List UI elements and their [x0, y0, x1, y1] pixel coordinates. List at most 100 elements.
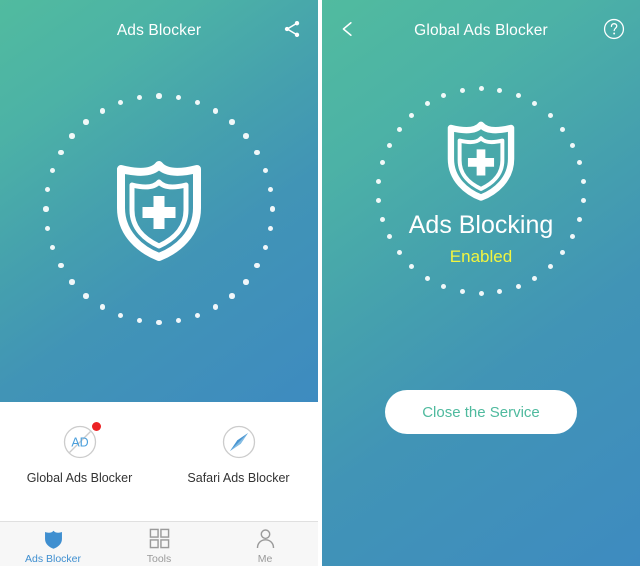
tab-tools[interactable]: Tools [106, 522, 212, 566]
ring-dot [136, 317, 143, 324]
status-title: Ads Blocking [408, 211, 554, 239]
right-header: Global Ads Blocker [322, 0, 640, 62]
ring-dot [117, 312, 124, 319]
ring-dot [229, 293, 235, 299]
shortcut-label: Safari Ads Blocker [187, 471, 290, 485]
ring-dot [424, 275, 430, 281]
ring-dot [441, 92, 447, 98]
ring-dot [424, 101, 430, 107]
ring-dot [532, 275, 538, 281]
question-mark-circle-icon [603, 18, 625, 45]
ring-dot [243, 133, 249, 139]
ring-dot [267, 186, 274, 193]
shortcut-safari-ads-blocker[interactable]: Safari Ads Blocker [159, 424, 318, 485]
share-button[interactable] [272, 11, 312, 51]
help-button[interactable] [594, 11, 634, 51]
ring-dot [267, 225, 274, 232]
ring-dot [262, 244, 269, 251]
grid-icon [149, 528, 170, 550]
tab-label: Me [257, 552, 273, 565]
ad-block-icon: AD [62, 422, 101, 460]
ring-dot [229, 119, 235, 125]
ring-dot [376, 179, 382, 185]
page-title: Global Ads Blocker [414, 22, 548, 40]
tab-me[interactable]: Me [212, 522, 318, 566]
ring-dot [497, 289, 503, 295]
ring-dot [43, 206, 49, 212]
ring-dot [49, 244, 56, 251]
ring-dot [58, 149, 64, 156]
person-icon [255, 528, 276, 550]
status-badge: Enabled [449, 247, 513, 266]
ring-dot [212, 304, 219, 310]
ring-dot [396, 126, 402, 132]
svg-text:AD: AD [71, 436, 88, 450]
ring-dot [49, 167, 56, 174]
ring-dot [386, 142, 392, 148]
close-service-button[interactable]: Close the Service [385, 390, 577, 434]
ring-dot [577, 160, 583, 166]
ring-dot [136, 94, 143, 101]
ring-dot [69, 279, 75, 285]
ring-dot [532, 101, 538, 107]
tab-ads-blocker[interactable]: Ads Blocker [0, 522, 106, 566]
ring-dot [515, 92, 521, 98]
ring-dot [83, 293, 89, 299]
ring-dot [560, 126, 566, 132]
ring-dot [194, 99, 201, 106]
ring-dot [497, 87, 503, 93]
ring-dot [459, 289, 465, 295]
ring-dot [441, 284, 447, 290]
hero-shield [443, 119, 519, 206]
ring-dot [570, 142, 576, 148]
ring-dot [376, 197, 382, 203]
safari-compass-icon [221, 424, 257, 460]
ring-dot [117, 99, 124, 106]
ring-dot [44, 225, 51, 232]
shortcut-row: AD Global Ads Blocker Safari Ads Blocker [0, 422, 318, 485]
shield-check-icon [111, 161, 207, 265]
ring-dot [175, 94, 182, 101]
ring-dot [515, 284, 521, 290]
ring-dot [547, 112, 553, 118]
tab-label: Tools [146, 552, 172, 565]
ring-dot [156, 93, 162, 99]
right-screen: Global Ads Blocker Ads Blocking Enabled … [322, 0, 640, 566]
bottom-tab-bar: Ads Blocker Tools Me [0, 521, 318, 566]
ring-dot [194, 312, 201, 319]
shortcut-label: Global Ads Blocker [26, 471, 133, 485]
tab-label: Ads Blocker [24, 552, 82, 565]
share-icon [282, 19, 302, 44]
ring-dot [580, 197, 586, 203]
hero-shield [111, 158, 207, 266]
ring-dot [379, 160, 385, 166]
ring-dot [175, 317, 182, 324]
ring-dot [269, 206, 275, 212]
page-title: Ads Blocker [116, 22, 202, 40]
ring-dot [580, 179, 586, 185]
ring-dot [58, 262, 64, 269]
ring-dot [459, 87, 465, 93]
ring-dot [478, 86, 484, 91]
ring-dot [254, 262, 260, 269]
ring-dot [409, 112, 415, 118]
shortcuts-sheet: AD Global Ads Blocker Safari Ads Blocker [0, 402, 318, 521]
ring-dot [212, 108, 219, 114]
ring-dot [99, 108, 106, 114]
ring-dot [243, 279, 249, 285]
shield-check-icon [443, 121, 519, 205]
ring-dot [262, 167, 269, 174]
ring-dot [69, 133, 75, 139]
ring-dot [254, 149, 260, 156]
ring-dot [99, 304, 106, 310]
app-screenshot: Ads Blocker AD Global Ads Blocker Safari… [0, 0, 640, 566]
shortcut-global-ads-blocker[interactable]: AD Global Ads Blocker [0, 422, 159, 485]
ring-dot [478, 291, 484, 296]
shield-icon [43, 528, 64, 550]
ring-dot [83, 119, 89, 125]
notification-badge [91, 422, 101, 431]
ring-dot [156, 319, 162, 325]
left-header: Ads Blocker [0, 0, 318, 62]
ring-dot [44, 186, 51, 193]
left-screen: Ads Blocker AD Global Ads Blocker Safari… [0, 0, 318, 566]
